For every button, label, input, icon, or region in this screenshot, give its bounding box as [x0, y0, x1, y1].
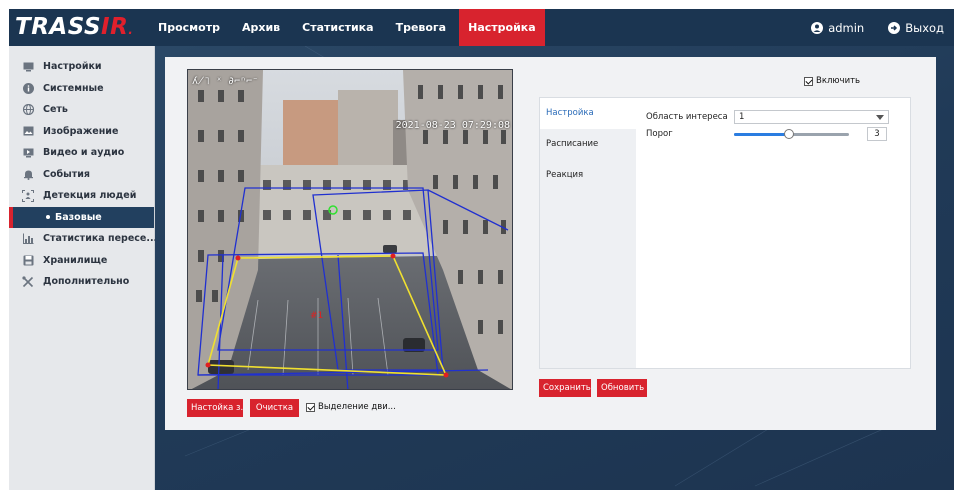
nav-statistics[interactable]: Статистика [293, 9, 382, 46]
username: admin [828, 20, 865, 35]
bar-chart-icon [22, 233, 34, 245]
sidebar-item-network[interactable]: Сеть [9, 99, 154, 121]
enable-label: Включить [816, 76, 861, 86]
tab-settings[interactable]: Настройка [540, 98, 636, 129]
monitor-icon [22, 61, 34, 73]
threshold-slider-handle[interactable] [784, 129, 794, 139]
sidebar-item-advanced[interactable]: Дополнительно [9, 271, 154, 293]
clear-button[interactable]: Очистка [250, 399, 299, 417]
sidebar-item-label: Статистика пересе... [43, 233, 158, 245]
zone-label: #1 [310, 311, 323, 321]
sidebar-item-people-detection[interactable]: Детекция людей [9, 185, 154, 207]
sidebar: Настройки Системные Сеть Изображение Вид… [9, 46, 158, 490]
video-icon [22, 147, 34, 159]
threshold-value-field[interactable]: 3 [867, 127, 887, 141]
threshold-slider[interactable] [734, 129, 849, 139]
chevron-down-icon [876, 115, 884, 120]
nav-view[interactable]: Просмотр [149, 9, 229, 46]
trassir-logo: TRASSIR. [15, 14, 134, 40]
refresh-button[interactable]: Обновить [597, 379, 647, 397]
camera-name-overlay: ʎ̸˥ ˣ ∂⌐ⁿ⌐⁻ [192, 76, 259, 87]
logout-icon [888, 21, 901, 34]
sidebar-item-video-audio[interactable]: Видео и аудио [9, 142, 154, 164]
sidebar-item-label: Видео и аудио [43, 147, 125, 159]
threshold-label: Порог [646, 129, 673, 139]
tab-reaction[interactable]: Реакция [540, 160, 636, 191]
sidebar-item-settings[interactable]: Настройки [9, 56, 154, 78]
logout-label: Выход [905, 20, 944, 35]
info-icon [22, 82, 34, 94]
disk-icon [22, 254, 34, 266]
settings-tabs: Настройка Расписание Реакция [540, 98, 636, 368]
nav-archive[interactable]: Архив [233, 9, 289, 46]
sidebar-item-label: Дополнительно [43, 276, 130, 288]
sidebar-item-label: Детекция людей [43, 190, 137, 202]
sidebar-item-label: Базовые [55, 211, 102, 223]
sidebar-item-basic[interactable]: Базовые [9, 206, 154, 228]
main-content: #1 ʎ̸˥ ˣ ∂⌐ⁿ⌐⁻ 2021-08-23 07:29:08 Насто… [155, 46, 954, 490]
detection-panel: #1 ʎ̸˥ ˣ ∂⌐ⁿ⌐⁻ 2021-08-23 07:29:08 Насто… [165, 57, 936, 430]
motion-highlight-label: Выделение дви... [318, 402, 396, 412]
bell-icon [22, 168, 34, 180]
logout-button[interactable]: Выход [888, 21, 944, 35]
sidebar-item-storage[interactable]: Хранилище [9, 250, 154, 272]
roi-label: Область интереса [646, 112, 728, 122]
enable-checkbox[interactable]: Включить [804, 76, 860, 86]
nav-alarm[interactable]: Тревога [387, 9, 456, 46]
tools-icon [22, 276, 34, 288]
sidebar-item-system[interactable]: Системные [9, 78, 154, 100]
sidebar-item-label: Настройки [43, 61, 102, 73]
user-menu[interactable]: admin [811, 21, 864, 35]
user-area: admin Выход [787, 9, 944, 46]
sidebar-item-label: События [43, 168, 90, 180]
user-icon [811, 21, 824, 34]
checkbox-checked-icon [804, 76, 813, 86]
tab-schedule[interactable]: Расписание [540, 129, 636, 160]
sidebar-item-events[interactable]: События [9, 164, 154, 186]
nav-settings[interactable]: Настройка [459, 9, 545, 46]
camera-frame: #1 [188, 70, 512, 389]
bullet-icon [46, 215, 50, 220]
roi-select[interactable]: 1 [734, 110, 889, 124]
checkbox-checked-icon [306, 402, 315, 412]
sidebar-item-label: Изображение [43, 125, 119, 137]
person-detect-icon [22, 189, 34, 202]
sidebar-item-image[interactable]: Изображение [9, 121, 154, 143]
save-button[interactable]: Сохранить [539, 379, 591, 397]
motion-highlight-checkbox[interactable]: Выделение дви... [306, 402, 396, 412]
timestamp-overlay: 2021-08-23 07:29:08 [395, 120, 510, 131]
zone-config-button[interactable]: Настойка з... [187, 399, 243, 417]
roi-value: 1 [739, 112, 745, 122]
threshold-slider-fill [734, 133, 789, 136]
main-nav: Просмотр Архив Статистика Тревога Настро… [149, 9, 549, 46]
camera-preview[interactable]: #1 ʎ̸˥ ˣ ∂⌐ⁿ⌐⁻ 2021-08-23 07:29:08 [187, 69, 513, 390]
image-icon [22, 125, 34, 137]
sidebar-item-crossing-stats[interactable]: Статистика пересе... [9, 228, 158, 250]
top-navigation-bar: TRASSIR. Просмотр Архив Статистика Трево… [9, 9, 954, 46]
sidebar-item-label: Сеть [43, 104, 68, 116]
settings-box: Настройка Расписание Реакция Область инт… [539, 97, 911, 369]
sidebar-item-label: Системные [43, 82, 104, 94]
globe-icon [22, 104, 34, 116]
sidebar-item-label: Хранилище [43, 254, 108, 266]
